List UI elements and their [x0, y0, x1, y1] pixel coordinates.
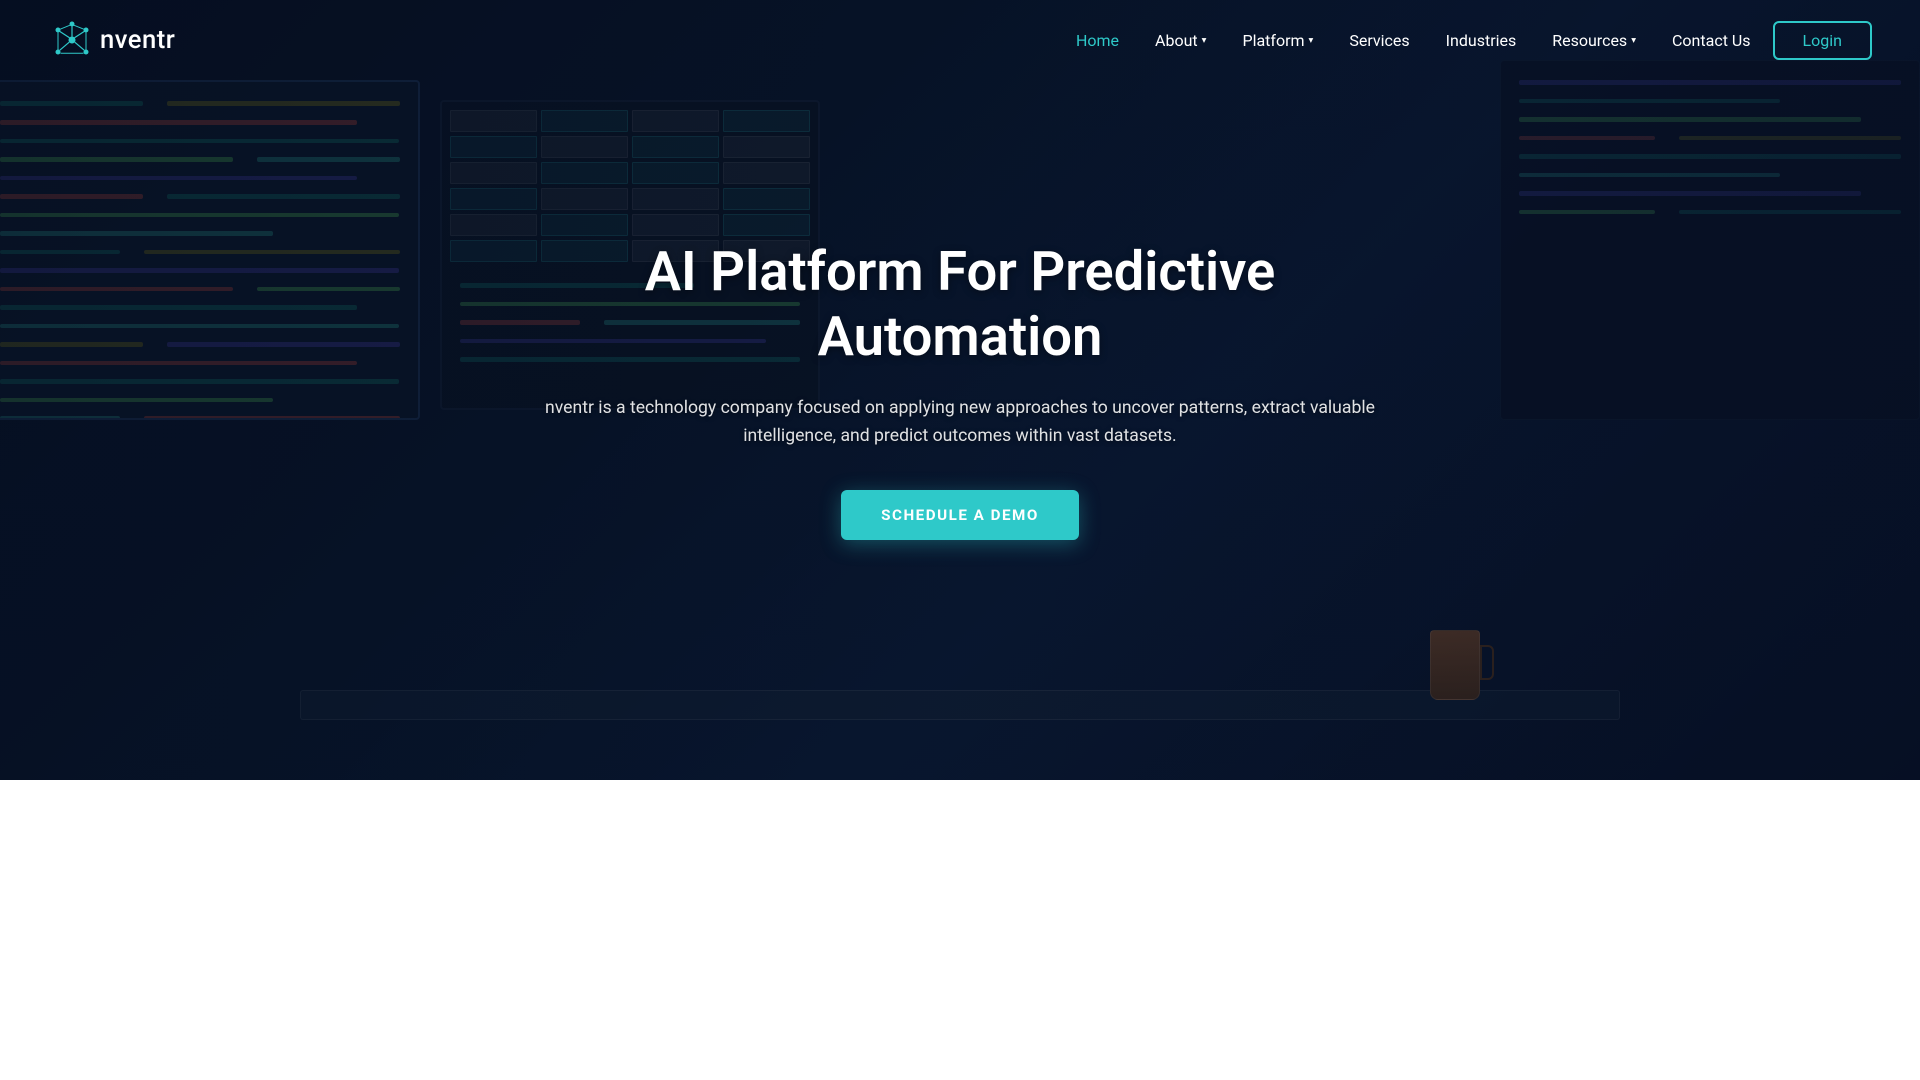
- brand-name: nventr: [100, 25, 175, 55]
- nav-item-industries: Industries: [1432, 23, 1531, 58]
- nav-link-contact[interactable]: Contact Us: [1658, 23, 1765, 58]
- login-button[interactable]: Login: [1773, 21, 1872, 60]
- hero-subtitle: nventr is a technology company focused o…: [534, 394, 1386, 450]
- hero-title: AI Platform For Predictive Automation: [534, 240, 1386, 371]
- nav-item-about: About ▾: [1141, 23, 1220, 58]
- nav-link-services[interactable]: Services: [1335, 23, 1423, 58]
- below-hero-section: [0, 780, 1920, 840]
- nav-item-home: Home: [1062, 23, 1133, 58]
- platform-chevron-icon: ▾: [1309, 35, 1314, 46]
- nav-link-platform[interactable]: Platform ▾: [1228, 23, 1327, 58]
- brand-logo-icon: [48, 16, 96, 64]
- schedule-demo-button[interactable]: SCHEDULE A DEMO: [841, 490, 1079, 540]
- nav-link-home[interactable]: Home: [1062, 23, 1133, 58]
- resources-chevron-icon: ▾: [1631, 35, 1636, 46]
- nav-menu: Home About ▾ Platform ▾ Services Industr…: [1062, 21, 1872, 60]
- nav-item-services: Services: [1335, 23, 1423, 58]
- navbar: nventr Home About ▾ Platform ▾ Services …: [0, 0, 1920, 80]
- nav-item-login: Login: [1773, 21, 1872, 60]
- brand-logo-link[interactable]: nventr: [48, 16, 175, 64]
- nav-link-industries[interactable]: Industries: [1432, 23, 1531, 58]
- hero-content: AI Platform For Predictive Automation nv…: [510, 240, 1410, 541]
- about-chevron-icon: ▾: [1202, 35, 1207, 46]
- nav-link-about[interactable]: About ▾: [1141, 23, 1220, 58]
- nav-item-contact: Contact Us: [1658, 23, 1765, 58]
- hero-section: AI Platform For Predictive Automation nv…: [0, 0, 1920, 780]
- nav-link-resources[interactable]: Resources ▾: [1538, 23, 1650, 58]
- nav-item-platform: Platform ▾: [1228, 23, 1327, 58]
- nav-item-resources: Resources ▾: [1538, 23, 1650, 58]
